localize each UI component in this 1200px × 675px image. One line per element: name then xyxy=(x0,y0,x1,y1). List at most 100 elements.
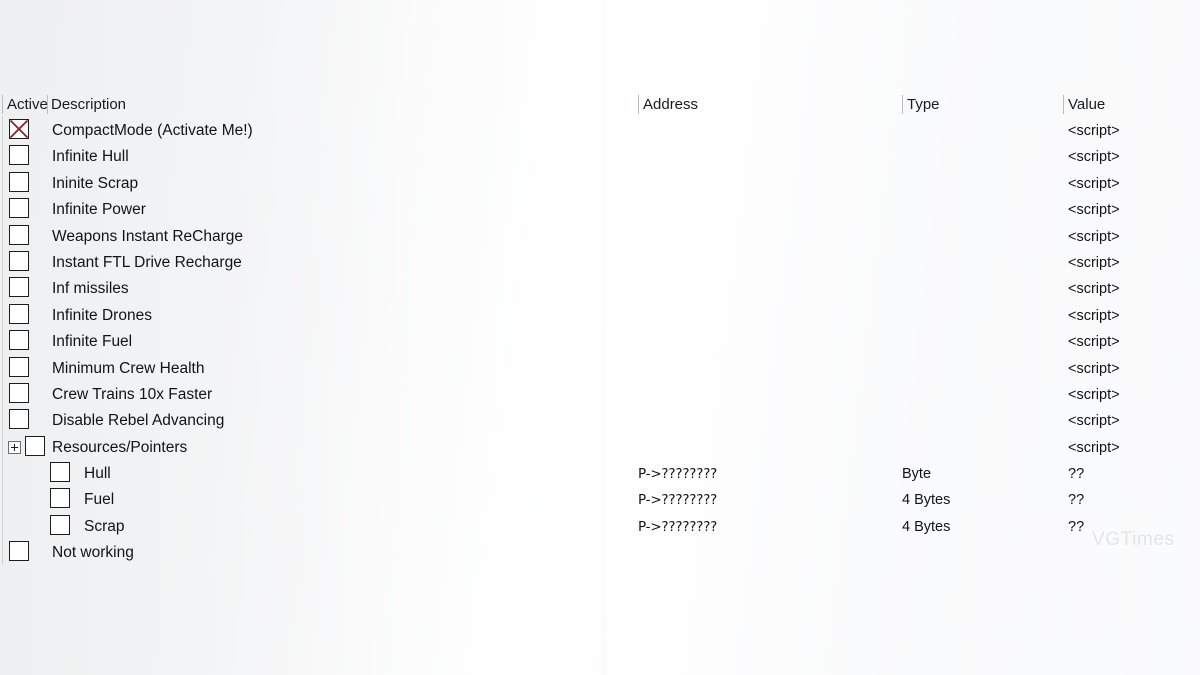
table-header: Active Description Address Type Value xyxy=(0,94,1200,116)
table-row[interactable]: Not working xyxy=(0,538,1200,566)
row-description: CompactMode (Activate Me!) xyxy=(52,122,253,139)
row-value: <script> xyxy=(1068,413,1120,430)
row-active-checkbox[interactable] xyxy=(9,382,29,403)
column-separator xyxy=(2,116,3,143)
row-value: <script> xyxy=(1068,281,1120,298)
row-value: <script> xyxy=(1068,202,1120,219)
column-separator xyxy=(2,379,3,407)
row-active-checkbox[interactable] xyxy=(9,224,29,245)
row-description: Crew Trains 10x Faster xyxy=(52,385,213,403)
row-description: Hull xyxy=(84,465,111,483)
row-active-checkbox[interactable] xyxy=(25,435,45,456)
table-row[interactable]: Resources/Pointers <script> xyxy=(0,432,1200,461)
column-header-value[interactable]: Value xyxy=(1068,94,1105,116)
column-separator xyxy=(2,247,3,275)
table-row[interactable]: Minimum Crew Health <script> xyxy=(0,353,1200,382)
row-active-checkbox[interactable] xyxy=(9,356,29,377)
plus-square-icon[interactable] xyxy=(8,440,21,454)
row-description: Infinite Drones xyxy=(52,306,152,324)
row-description: Instant FTL Drive Recharge xyxy=(52,253,242,271)
column-header-description[interactable]: Description xyxy=(51,94,126,116)
row-active-checkbox[interactable] xyxy=(9,171,29,192)
table-row[interactable]: Inf missiles <script> xyxy=(0,274,1200,302)
row-description: Infinite Hull xyxy=(52,148,129,166)
table-row[interactable]: Instant FTL Drive Recharge <script> xyxy=(0,247,1200,276)
row-description: Weapons Instant ReCharge xyxy=(52,227,243,245)
row-active-checkbox[interactable] xyxy=(50,488,70,509)
table-row[interactable]: Fuel P->???????? 4 Bytes?? xyxy=(0,485,1200,513)
row-description: Infinite Power xyxy=(52,201,146,219)
row-active-checkbox[interactable] xyxy=(9,303,29,324)
row-active-checkbox[interactable] xyxy=(9,277,29,298)
row-description: Inf missiles xyxy=(52,280,129,298)
table-row[interactable]: Disable Rebel Advancing <script> xyxy=(0,406,1200,434)
row-active-checkbox[interactable] xyxy=(50,514,70,535)
column-header-type[interactable]: Type xyxy=(907,94,940,116)
row-value: ?? xyxy=(1068,492,1085,509)
column-separator xyxy=(2,327,3,354)
table-row[interactable]: Infinite Power <script> xyxy=(0,195,1200,223)
column-separator xyxy=(2,168,3,196)
row-active-checkbox[interactable] xyxy=(9,409,29,430)
table-row[interactable]: Infinite Fuel <script> xyxy=(0,327,1200,355)
column-separator xyxy=(2,511,3,539)
row-active-checkbox[interactable] xyxy=(50,462,70,483)
row-active-checkbox[interactable] xyxy=(9,119,29,139)
row-value: <script> xyxy=(1068,149,1120,166)
column-separator xyxy=(2,459,3,486)
row-value: <script> xyxy=(1068,386,1120,403)
row-description: Infinite Fuel xyxy=(52,333,133,351)
table-row[interactable]: Infinite Drones <script> xyxy=(0,300,1200,329)
row-value: <script> xyxy=(1068,228,1120,245)
column-separator xyxy=(2,142,3,169)
table-row[interactable]: Crew Trains 10x Faster <script> xyxy=(0,379,1200,408)
row-value: <script> xyxy=(1068,439,1120,456)
table-row[interactable]: Scrap P->???????? 4 Bytes?? xyxy=(0,511,1200,540)
table-body: CompactMode (Activate Me!) <script> Infini… xyxy=(0,116,1200,567)
header-separator xyxy=(902,95,903,114)
table-row[interactable]: Infinite Hull <script> xyxy=(0,142,1200,170)
column-header-address[interactable]: Address xyxy=(643,94,698,116)
row-description: Minimum Crew Health xyxy=(52,359,205,377)
column-separator xyxy=(2,485,3,512)
row-description: Disable Rebel Advancing xyxy=(52,412,225,430)
row-value: <script> xyxy=(1068,334,1120,351)
row-value: <script> xyxy=(1068,175,1120,192)
row-value: <script> xyxy=(1068,360,1120,377)
row-description: Fuel xyxy=(84,491,115,509)
table-row[interactable]: Ininite Scrap <script> xyxy=(0,168,1200,197)
column-separator xyxy=(2,406,3,433)
row-active-checkbox[interactable] xyxy=(9,250,29,271)
column-separator xyxy=(2,432,3,460)
column-header-active[interactable]: Active xyxy=(7,94,48,116)
row-description: Resources/Pointers xyxy=(52,438,188,456)
column-separator xyxy=(2,195,3,222)
column-separator xyxy=(2,353,3,380)
row-type: Byte xyxy=(902,466,932,483)
row-active-checkbox[interactable] xyxy=(9,198,29,219)
row-address: P->???????? xyxy=(638,518,718,535)
row-description: Ininite Scrap xyxy=(52,174,139,192)
table-row[interactable]: CompactMode (Activate Me!) <script> xyxy=(0,116,1200,144)
row-value: ?? xyxy=(1068,518,1085,535)
table-row[interactable]: Weapons Instant ReCharge <script> xyxy=(0,221,1200,250)
cheat-table: Active Description Address Type Value Co… xyxy=(0,94,1200,567)
row-address: P->???????? xyxy=(638,492,718,509)
row-value: <script> xyxy=(1068,307,1120,324)
vgtimes-watermark: VGTimes xyxy=(1092,529,1175,550)
column-separator xyxy=(2,300,3,328)
screen-capture: Active Description Address Type Value Co… xyxy=(0,0,1200,675)
column-separator xyxy=(2,538,3,565)
row-description: Scrap xyxy=(84,517,125,535)
column-separator xyxy=(2,274,3,301)
header-separator xyxy=(2,95,3,114)
row-value: <script> xyxy=(1068,254,1120,271)
row-type: 4 Bytes xyxy=(902,518,951,535)
row-address: P->???????? xyxy=(638,466,718,483)
row-active-checkbox[interactable] xyxy=(9,541,29,562)
row-active-checkbox[interactable] xyxy=(9,145,29,166)
column-separator xyxy=(2,221,3,248)
table-row[interactable]: Hull P->???????? Byte?? xyxy=(0,459,1200,487)
header-separator xyxy=(638,95,639,114)
row-active-checkbox[interactable] xyxy=(9,330,29,351)
